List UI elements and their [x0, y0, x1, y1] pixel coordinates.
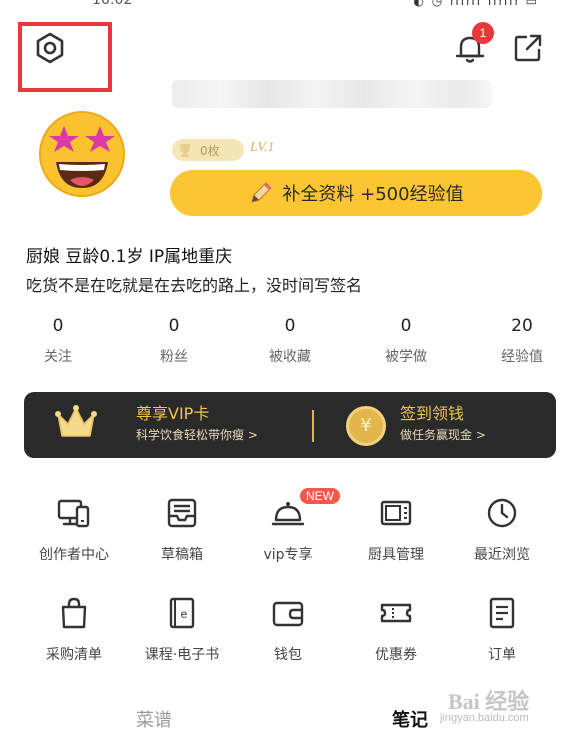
status-signals: ◐ ◷ ıllıll ıllıll ▭: [413, 0, 539, 8]
avatar[interactable]: [36, 108, 128, 200]
menu-cookware[interactable]: 厨具管理: [338, 496, 454, 564]
highlight-box: [18, 22, 112, 92]
svg-text:e: e: [181, 607, 188, 621]
pencil-icon: [251, 182, 273, 203]
order-icon: [489, 597, 515, 629]
share-button[interactable]: [512, 32, 544, 64]
stat-label: 粉丝: [160, 349, 188, 365]
crown-icon: [55, 405, 97, 437]
stat-cooked[interactable]: 0 被学做: [348, 316, 464, 366]
menu-label: 采购清单: [46, 647, 102, 663]
stats-row: 0 关注 0 粉丝 0 被收藏 0 被学做 20 经验值: [0, 316, 579, 372]
menu-vip-exclusive[interactable]: NEW vip专享: [230, 488, 346, 564]
tab-notes[interactable]: 笔记: [392, 706, 428, 732]
star-eyes-emoji-icon: [39, 111, 125, 197]
medal-count: 0枚: [200, 143, 220, 158]
microwave-icon: [380, 500, 412, 526]
menu-orders[interactable]: 订单: [444, 596, 560, 664]
vip-banner: 尊享VIP卡 科学饮食轻松带你瘦 > ¥ 签到领钱 做任务赢现金 >: [24, 392, 556, 458]
stat-label: 被收藏: [269, 349, 311, 365]
stat-label: 经验值: [501, 349, 543, 365]
menu-label: 钱包: [274, 647, 302, 663]
menu-label: 厨具管理: [368, 547, 424, 563]
menu-label: 课程·电子书: [144, 647, 220, 663]
notification-badge: 1: [472, 22, 494, 44]
menu-coupons[interactable]: 优惠券: [338, 596, 454, 664]
stat-value: 0: [52, 316, 64, 336]
status-time: 16:02: [92, 0, 133, 8]
new-badge: NEW: [300, 488, 340, 504]
menu-wallet[interactable]: 钱包: [230, 596, 346, 664]
menu-label: 最近浏览: [474, 547, 530, 563]
shopping-bag-icon: [61, 597, 87, 629]
monitor-icon: [57, 499, 90, 528]
baidu-watermark: Bai 经验 jingyan.baidu.com: [440, 680, 560, 730]
menu-creator-center[interactable]: 创作者中心: [16, 496, 132, 564]
menu-label: 优惠券: [375, 647, 417, 663]
stat-value: 0: [400, 316, 412, 336]
vip-title: 尊享VIP卡: [136, 404, 210, 423]
stat-value: 0: [284, 316, 296, 336]
banner-divider: [312, 410, 314, 442]
clock-icon: [487, 498, 517, 528]
user-level: LV.1: [250, 140, 275, 155]
stat-following[interactable]: 0 关注: [0, 316, 116, 366]
stat-value: 0: [168, 316, 180, 336]
tab-recipes[interactable]: 菜谱: [136, 706, 172, 732]
menu-recent[interactable]: 最近浏览: [444, 496, 560, 564]
complete-profile-label: 补全资料 +500经验值: [282, 184, 464, 205]
menu-label: vip专享: [263, 547, 313, 563]
vip-subtitle: 科学饮食轻松带你瘦 >: [136, 428, 258, 442]
complete-profile-button[interactable]: 补全资料 +500经验值: [170, 170, 542, 216]
menu-label: 订单: [488, 647, 516, 663]
trophy-icon: [180, 144, 190, 157]
medal-badge[interactable]: 0枚: [172, 139, 244, 161]
ebook-icon: e: [169, 597, 195, 629]
share-icon: [514, 34, 542, 62]
wallet-icon: [272, 601, 304, 627]
menu-shopping-list[interactable]: 采购清单: [16, 596, 132, 664]
menu-drafts[interactable]: 草稿箱: [124, 496, 240, 564]
stat-label: 关注: [44, 349, 72, 365]
status-bar: 16:02 ◐ ◷ ıllıll ıllıll ▭: [0, 0, 579, 14]
menu-courses-ebooks[interactable]: e 课程·电子书: [124, 596, 240, 664]
cloche-icon: [271, 502, 305, 526]
sign-in-title: 签到领钱: [400, 404, 465, 423]
stat-value: 20: [511, 316, 533, 336]
stat-followers[interactable]: 0 粉丝: [116, 316, 232, 366]
coupon-icon: [380, 603, 412, 623]
blurred-username: [172, 80, 492, 108]
coin-icon: ¥: [346, 406, 386, 446]
menu-label: 草稿箱: [161, 547, 203, 563]
menu-label: 创作者中心: [39, 547, 109, 563]
stat-label: 被学做: [385, 349, 427, 365]
sign-in-subtitle: 做任务赢现金 >: [400, 428, 486, 442]
identity-info: 厨娘 豆龄0.1岁 IP属地重庆: [26, 247, 233, 267]
stat-experience[interactable]: 20 经验值: [464, 316, 579, 366]
watermark-url: jingyan.baidu.com: [440, 712, 529, 724]
user-bio[interactable]: 吃货不是在吃就是在去吃的路上，没时间写签名: [26, 272, 362, 296]
stat-collected[interactable]: 0 被收藏: [232, 316, 348, 366]
drafts-icon: [167, 498, 197, 528]
